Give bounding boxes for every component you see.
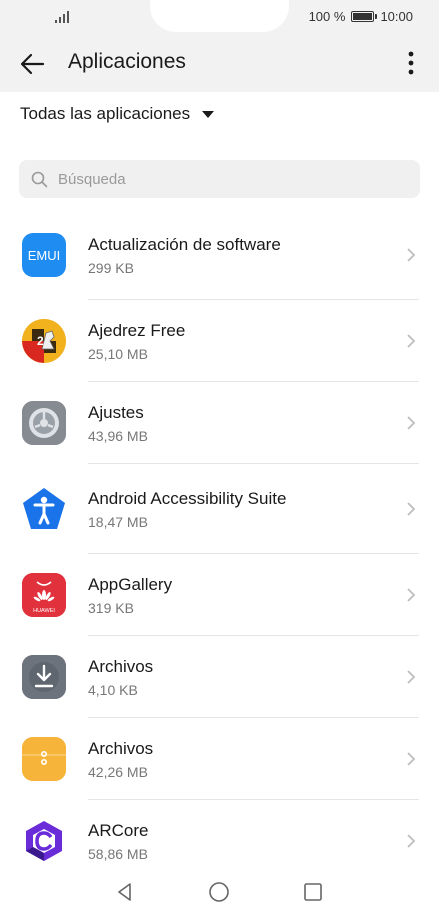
chevron-right-icon	[407, 416, 416, 430]
list-item[interactable]: Android Accessibility Suite 18,47 MB	[0, 464, 439, 554]
app-filter-dropdown[interactable]: Todas las aplicaciones	[20, 104, 215, 124]
chevron-right-icon	[407, 334, 416, 348]
chevron-right-icon	[407, 588, 416, 602]
clock: 10:00	[380, 9, 413, 24]
display-notch	[150, 0, 289, 32]
chevron-right-icon	[407, 248, 416, 262]
app-name: Ajedrez Free	[88, 321, 186, 340]
svg-text:2: 2	[37, 334, 44, 348]
svg-text:EMUI: EMUI	[28, 248, 61, 263]
status-right: 100 % 10:00	[309, 9, 413, 24]
appgallery-icon: HUAWEI	[22, 573, 66, 617]
app-name: Android Accessibility Suite	[88, 489, 287, 508]
list-item[interactable]: HUAWEI AppGallery 319 KB	[0, 554, 439, 636]
chevron-right-icon	[407, 670, 416, 684]
filter-label: Todas las aplicaciones	[20, 104, 191, 123]
chess-icon: 2	[22, 319, 66, 363]
battery-icon	[351, 11, 378, 22]
download-files-icon	[22, 655, 66, 699]
chevron-right-icon	[407, 834, 416, 848]
more-vertical-icon	[408, 51, 414, 75]
search-box[interactable]	[19, 160, 420, 198]
battery-percentage: 100 %	[308, 9, 346, 24]
system-navigation-bar	[0, 870, 439, 914]
app-bar: Aplicaciones	[0, 34, 439, 92]
app-name: ARCore	[88, 821, 149, 840]
app-name: Ajustes	[88, 403, 144, 422]
chevron-right-icon	[407, 752, 416, 766]
list-item[interactable]: Ajustes 43,96 MB	[0, 382, 439, 464]
list-item[interactable]: Archivos 42,26 MB	[0, 718, 439, 800]
app-name: Actualización de software	[88, 235, 281, 254]
square-recents-icon	[304, 883, 322, 901]
app-list: EMUI Actualización de software 299 KB 2	[0, 210, 439, 882]
page-title: Aplicaciones	[68, 50, 186, 73]
app-name: Archivos	[88, 657, 154, 676]
list-item[interactable]: EMUI Actualización de software 299 KB	[0, 210, 439, 300]
app-size: 18,47 MB	[88, 514, 148, 530]
accessibility-icon	[22, 487, 66, 531]
app-size: 319 KB	[88, 600, 134, 616]
search-icon	[31, 171, 48, 187]
app-size: 25,10 MB	[88, 346, 148, 362]
emui-update-icon: EMUI	[22, 233, 66, 277]
chevron-right-icon	[407, 502, 416, 516]
app-size: 42,26 MB	[88, 764, 148, 780]
arcore-icon	[22, 819, 66, 863]
settings-gear-icon	[22, 401, 66, 445]
status-bar: 100 % 10:00	[0, 0, 439, 34]
signal-strength-icon	[55, 11, 69, 23]
nav-recents-button[interactable]	[301, 880, 325, 904]
app-size: 58,86 MB	[88, 846, 148, 862]
app-name: AppGallery	[88, 575, 173, 594]
app-size: 4,10 KB	[88, 682, 138, 698]
app-name: Archivos	[88, 739, 154, 758]
svg-text:HUAWEI: HUAWEI	[33, 608, 55, 614]
search-input[interactable]	[58, 170, 388, 188]
app-size: 299 KB	[88, 260, 134, 276]
app-list-content: Todas las aplicaciones EMUI Actualizació…	[0, 92, 439, 882]
more-options-button[interactable]	[399, 46, 423, 80]
back-button[interactable]	[16, 48, 48, 80]
list-item[interactable]: 2 Ajedrez Free 25,10 MB	[0, 300, 439, 382]
caret-down-icon	[202, 110, 215, 118]
app-size: 43,96 MB	[88, 428, 148, 444]
files-folder-icon	[22, 737, 66, 781]
nav-back-button[interactable]	[113, 880, 137, 904]
triangle-back-icon	[118, 883, 131, 901]
list-item[interactable]: Archivos 4,10 KB	[0, 636, 439, 718]
nav-home-button[interactable]	[207, 880, 231, 904]
circle-home-icon	[209, 882, 229, 902]
back-arrow-icon	[20, 53, 45, 75]
